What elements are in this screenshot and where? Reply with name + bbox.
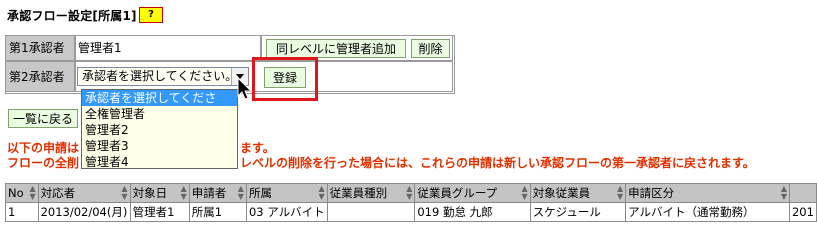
dropdown-option[interactable]: 全権管理者: [82, 106, 237, 122]
table-row[interactable]: 1 2013/02/04(月) 管理者1 所属1 03 アルバイト 019 勤怠…: [5, 202, 817, 222]
sort-icon: ▲ ▼: [617, 184, 624, 201]
sort-icon: ▲ ▼: [180, 184, 187, 201]
page-title: 承認フロー設定[所属1]: [7, 9, 137, 23]
column-header[interactable]: 申請区分 ▲ ▼: [625, 183, 790, 203]
dropdown-option[interactable]: 管理者3: [82, 138, 237, 154]
table-cell: 019 勤怠 九郎: [414, 202, 531, 222]
column-header-extra: [788, 183, 817, 203]
second-approver-label: 第2承認者: [5, 61, 75, 92]
sort-icon: ▲ ▼: [29, 184, 36, 201]
add-same-level-button[interactable]: 同レベルに管理者追加: [266, 39, 406, 58]
column-header[interactable]: 従業員グループ ▲ ▼: [414, 183, 531, 203]
request-table: No ▲ ▼ 対応者 ▲ ▼ 対象日 ▲ ▼ 申請者 ▲ ▼ 所属 ▲ ▼ 従業員種別 ▲ ▼ 従業員グ…: [5, 183, 817, 222]
dropdown-option[interactable]: 管理者4: [82, 154, 237, 170]
help-button[interactable]: ?: [139, 7, 163, 23]
table-cell: 管理者1: [129, 202, 190, 222]
table-cell: 1: [5, 202, 39, 222]
table-cell: 所属1: [188, 202, 247, 222]
column-header[interactable]: 対象日 ▲ ▼: [129, 183, 190, 203]
sort-icon: ▲ ▼: [318, 184, 325, 201]
column-header[interactable]: 対象従業員 ▲ ▼: [529, 183, 627, 203]
column-header[interactable]: No ▲ ▼: [5, 183, 39, 203]
table-cell: 201: [788, 202, 817, 222]
approver-select[interactable]: 承認者を選択してください。: [77, 67, 249, 86]
notice-line-2-end: レベルの削除を行った場合には、これらの申請は新しい承認フローの第一承認者に戻され…: [240, 156, 755, 170]
column-header[interactable]: 対応者 ▲ ▼: [37, 183, 131, 203]
first-approver-label: 第1承認者: [5, 35, 75, 61]
dropdown-option[interactable]: 承認者を選択してください。: [82, 90, 237, 121]
mouse-cursor-icon: [237, 77, 253, 100]
approver-select-value: 承認者を選択してください。: [82, 69, 238, 83]
table-cell: スケジュール: [529, 202, 627, 222]
table-cell: 2013/02/04(月): [37, 202, 131, 222]
column-header[interactable]: 従業員種別 ▲ ▼: [326, 183, 416, 203]
table-cell: [326, 202, 416, 222]
sort-icon: ▲ ▼: [406, 184, 413, 201]
delete-button[interactable]: 削除: [411, 39, 450, 58]
highlight-box: [252, 57, 318, 101]
back-to-list-button[interactable]: 一覧に戻る: [8, 109, 78, 128]
table-cell: アルバイト（通常勤務）: [625, 202, 790, 222]
approver-dropdown-list: 承認者を選択してください。 全権管理者 管理者2 管理者3 管理者4: [81, 89, 238, 169]
table-cell: 03 アルバイト: [245, 202, 328, 222]
table-header-row: No ▲ ▼ 対応者 ▲ ▼ 対象日 ▲ ▼ 申請者 ▲ ▼ 所属 ▲ ▼ 従業員種別 ▲ ▼ 従業員グ…: [5, 183, 817, 203]
first-approver-value: 管理者1: [75, 35, 261, 61]
sort-icon: ▲ ▼: [121, 184, 128, 201]
sort-icon: ▲ ▼: [780, 184, 787, 201]
sort-icon: ▲ ▼: [521, 184, 528, 201]
column-header[interactable]: 申請者 ▲ ▼: [188, 183, 247, 203]
dropdown-option[interactable]: 管理者2: [82, 122, 237, 138]
sort-icon: ▲ ▼: [237, 184, 244, 201]
column-header[interactable]: 所属 ▲ ▼: [245, 183, 328, 203]
notice-line-2-start: フローの全削: [7, 156, 80, 170]
